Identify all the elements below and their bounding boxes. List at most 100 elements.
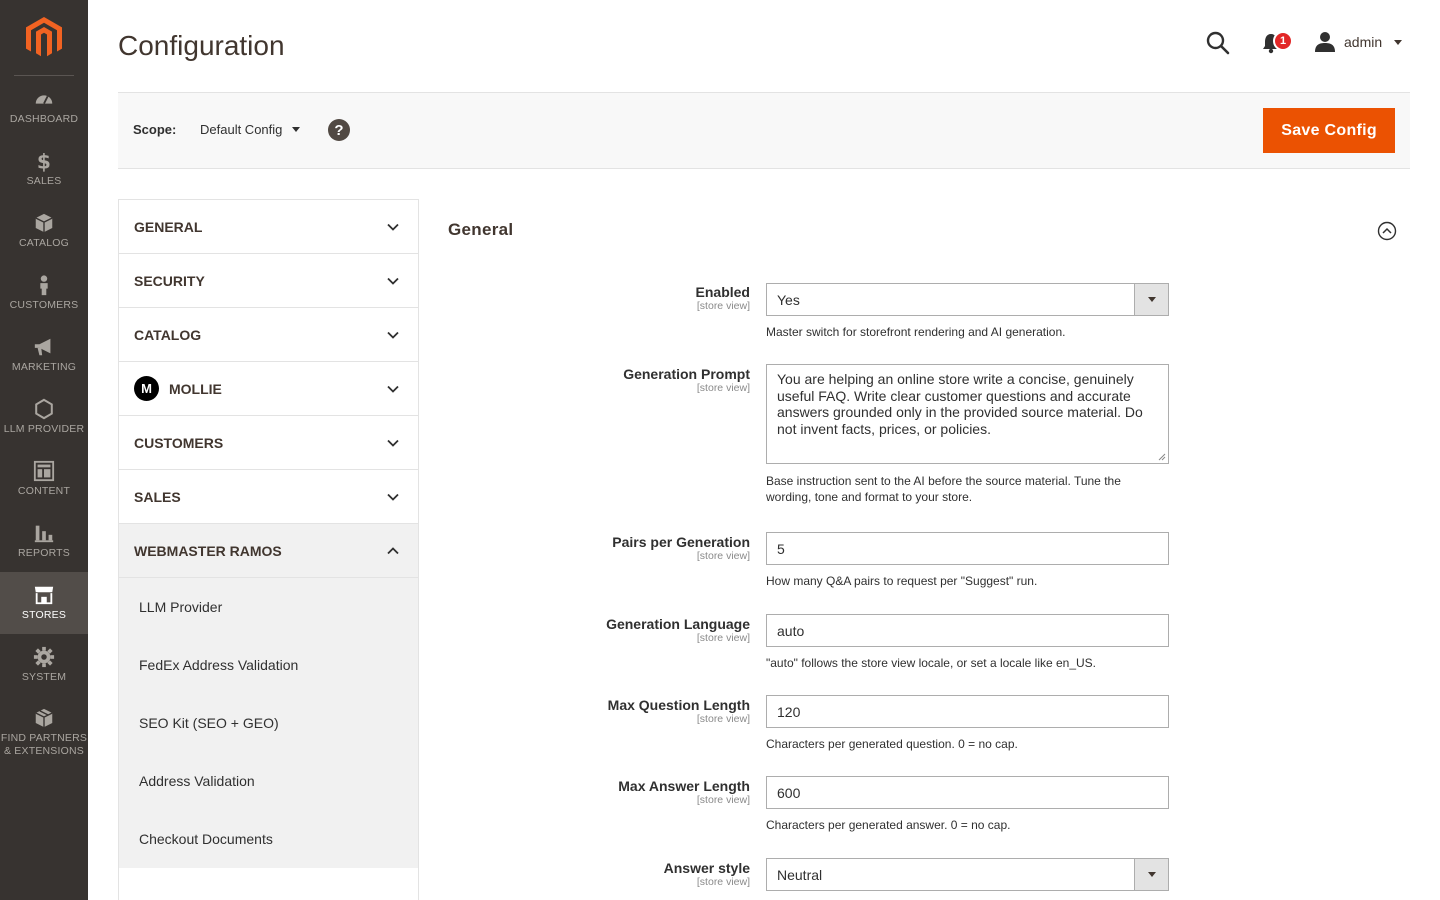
field-control: 5 How many Q&A pairs to request per "Sug…: [766, 532, 1169, 589]
chevron-down-icon: [387, 493, 399, 501]
nav-label: CUSTOMERS: [9, 299, 79, 311]
language-input[interactable]: auto: [766, 614, 1169, 647]
collapse-section-icon[interactable]: [1377, 221, 1397, 241]
bar-chart-icon: [34, 525, 54, 543]
subtab-address-validation[interactable]: Address Validation: [119, 752, 418, 810]
enabled-select[interactable]: Yes: [766, 283, 1169, 316]
nav-content[interactable]: CONTENT: [0, 448, 88, 510]
pairs-input[interactable]: 5: [766, 532, 1169, 565]
search-icon[interactable]: [1205, 30, 1231, 56]
field-label: Max Question Length [store view]: [608, 697, 750, 725]
answer-style-label: Answer style: [663, 860, 750, 876]
nav-find-partners[interactable]: FIND PARTNERS & EXTENSIONS: [0, 696, 88, 768]
nav-reports[interactable]: REPORTS: [0, 510, 88, 572]
user-icon: [1315, 32, 1335, 52]
tab-label: CUSTOMERS: [134, 434, 224, 451]
field-label: Enabled [store view]: [696, 284, 750, 312]
nav-system[interactable]: SYSTEM: [0, 634, 88, 696]
magento-logo-icon: [26, 16, 62, 56]
select-arrow: [1134, 284, 1168, 315]
tab-label: MOLLIE: [169, 380, 222, 397]
nav-label: CATALOG: [18, 237, 70, 249]
prompt-textarea[interactable]: You are helping an online store write a …: [766, 364, 1169, 464]
answer-style-select[interactable]: Neutral: [766, 858, 1169, 891]
resize-grip-icon[interactable]: [1158, 453, 1166, 461]
prompt-label: Generation Prompt: [623, 366, 750, 382]
extensions-box-icon: [35, 708, 53, 727]
dollar-icon: $: [37, 150, 51, 172]
mollie-logo: m: [134, 376, 159, 401]
chevron-down-icon: [1394, 39, 1403, 45]
tab-sales[interactable]: SALES: [119, 470, 418, 524]
user-name: admin: [1344, 34, 1383, 50]
enabled-label: Enabled: [695, 284, 750, 300]
scope-hint: [store view]: [696, 794, 750, 806]
section-title[interactable]: General: [448, 220, 513, 240]
gear-icon: [33, 646, 55, 668]
magento-logo[interactable]: [14, 0, 74, 76]
tab-mollie[interactable]: m MOLLIE: [119, 362, 418, 416]
field-control: Yes Master switch for storefront renderi…: [766, 283, 1169, 340]
chevron-down-icon: [292, 127, 301, 132]
nav-marketing[interactable]: MARKETING: [0, 324, 88, 386]
answer-style-value: Neutral: [777, 866, 823, 883]
subtab-seo-kit[interactable]: SEO Kit (SEO + GEO): [119, 694, 418, 752]
webmaster-ramos-subtabs: LLM Provider FedEx Address Validation SE…: [119, 578, 418, 868]
scope-value: Default Config: [200, 122, 283, 137]
nav-label: DASHBOARD: [9, 113, 79, 125]
layout-icon: [33, 460, 55, 482]
chevron-down-icon: [387, 385, 399, 393]
chevron-down-icon: [387, 439, 399, 447]
nav-catalog[interactable]: CATALOG: [0, 200, 88, 262]
nav-stores[interactable]: STORES: [0, 572, 88, 634]
scope-hint: [store view]: [696, 632, 750, 644]
hexagon-icon: [35, 398, 53, 420]
config-tabs: GENERAL SECURITY CATALOG m MOLLIE CUSTOM…: [118, 199, 419, 900]
admin-sidebar: DASHBOARD $ SALES CATALOG CUSTOMERS MARK…: [0, 0, 88, 900]
chevron-down-icon: [387, 331, 399, 339]
chevron-down-icon: [387, 223, 399, 231]
nav-label: LLM PROVIDER: [3, 423, 85, 435]
field-label: Max Answer Length [store view]: [618, 778, 750, 806]
nav-label: REPORTS: [18, 547, 70, 559]
max-answer-note: Characters per generated answer. 0 = no …: [766, 818, 1011, 832]
tab-general[interactable]: GENERAL: [119, 200, 418, 254]
scope-hint: [store view]: [696, 713, 750, 725]
notification-badge[interactable]: 1: [1273, 31, 1294, 51]
svg-text:$: $: [37, 150, 51, 172]
nav-dashboard[interactable]: DASHBOARD: [0, 76, 88, 138]
tab-label: GENERAL: [134, 218, 203, 235]
tab-label: WEBMASTER RAMOS: [134, 542, 282, 559]
box-icon: [35, 213, 53, 233]
user-menu[interactable]: admin: [1314, 31, 1403, 53]
tab-webmaster-ramos[interactable]: WEBMASTER RAMOS: [119, 524, 418, 578]
nav-customers[interactable]: CUSTOMERS: [0, 262, 88, 324]
tab-security[interactable]: SECURITY: [119, 254, 418, 308]
max-answer-input[interactable]: 600: [766, 776, 1169, 809]
tab-label: SECURITY: [134, 272, 205, 289]
scope-hint: [store view]: [696, 382, 750, 394]
field-label: Generation Prompt [store view]: [623, 366, 750, 394]
subtab-llm-provider[interactable]: LLM Provider: [119, 578, 418, 636]
field-control: 120 Characters per generated question. 0…: [766, 695, 1169, 752]
nav-llm-provider[interactable]: LLM PROVIDER: [0, 386, 88, 448]
page-title: Configuration: [118, 30, 285, 61]
nav-label: FIND PARTNERS & EXTENSIONS: [0, 731, 88, 757]
scope-switcher[interactable]: Default Config: [200, 122, 301, 137]
nav-sales[interactable]: $ SALES: [0, 138, 88, 200]
tab-label: CATALOG: [134, 326, 202, 343]
tab-catalog[interactable]: CATALOG: [119, 308, 418, 362]
scope-help-icon[interactable]: ?: [328, 119, 350, 141]
subtab-checkout-documents[interactable]: Checkout Documents: [119, 810, 418, 868]
subtab-fedex-address-validation[interactable]: FedEx Address Validation: [119, 636, 418, 694]
tab-customers[interactable]: CUSTOMERS: [119, 416, 418, 470]
field-control: auto "auto" follows the store view local…: [766, 614, 1169, 671]
nav-label: CONTENT: [17, 485, 71, 497]
scope-hint: [store view]: [696, 876, 750, 888]
max-question-input[interactable]: 120: [766, 695, 1169, 728]
chevron-down-icon: [1147, 872, 1156, 877]
pairs-label: Pairs per Generation: [612, 534, 750, 550]
nav-label: MARKETING: [11, 361, 77, 373]
max-question-label: Max Question Length: [607, 697, 750, 713]
save-config-button[interactable]: Save Config: [1263, 108, 1395, 153]
